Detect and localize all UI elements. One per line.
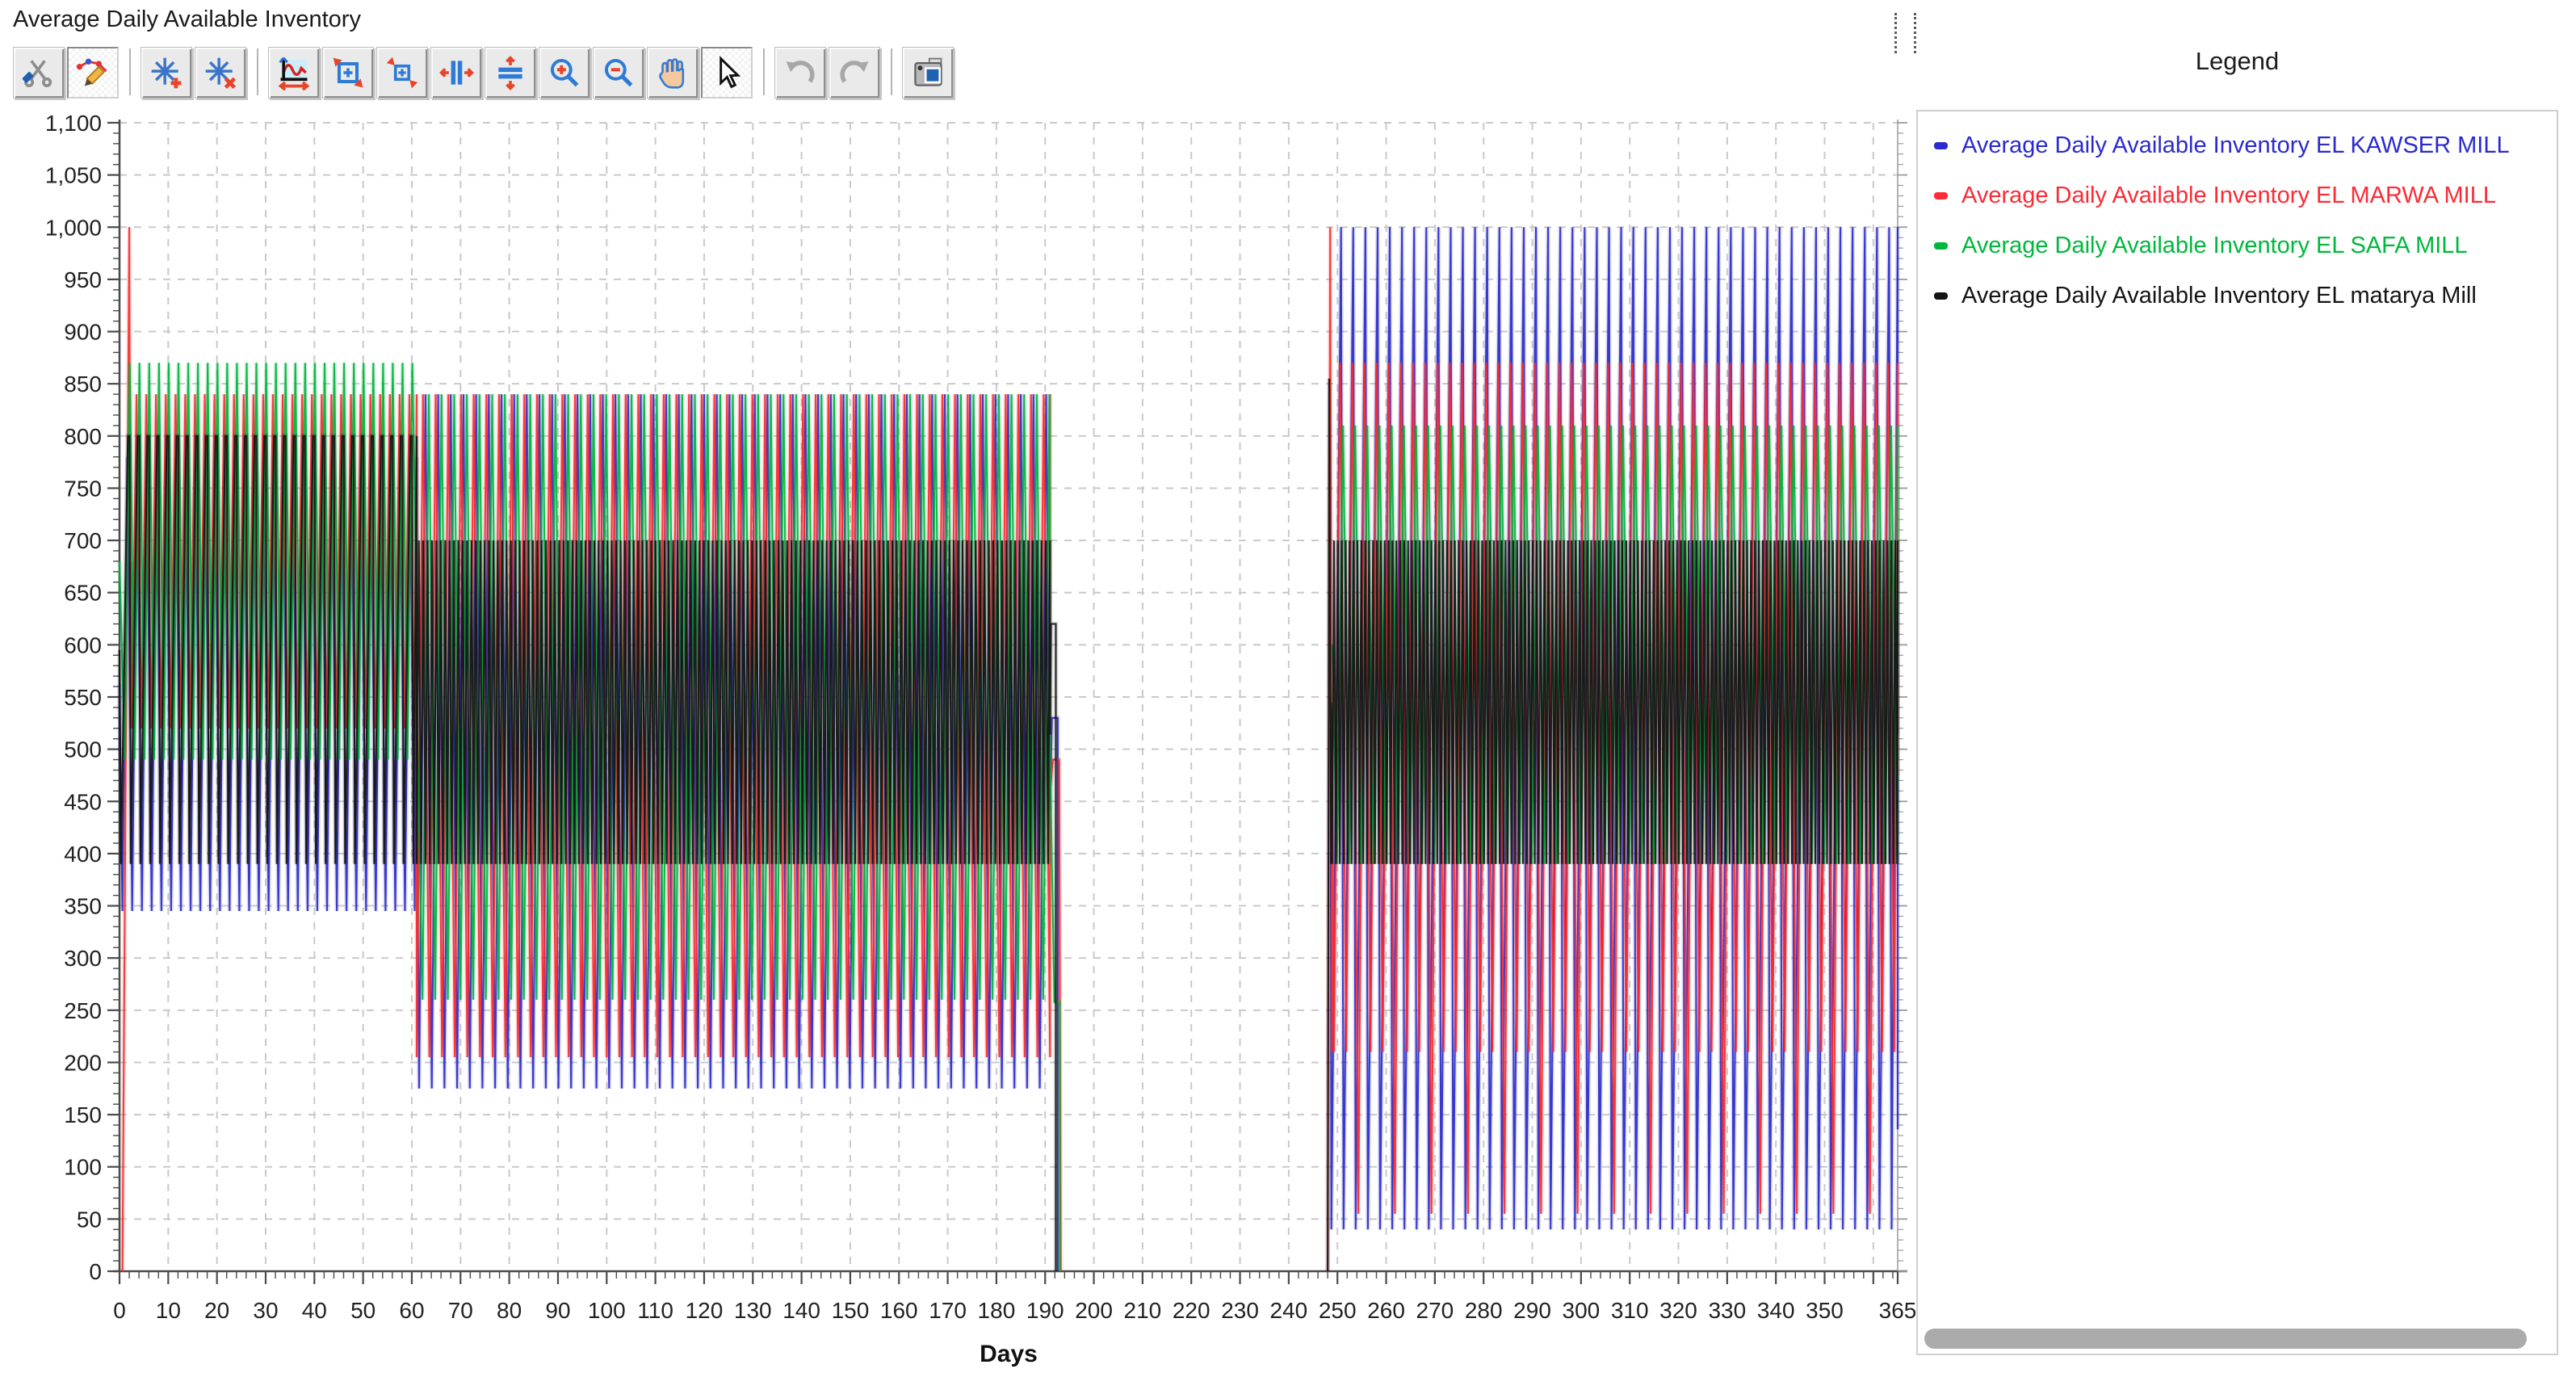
splitter-grip-icon[interactable]: [1894, 13, 1897, 53]
legend-title: Legend: [1916, 47, 2558, 76]
x-tick-label: 160: [880, 1298, 918, 1323]
legend-panel: Legend Average Daily Available Inventory…: [1916, 0, 2576, 1369]
y-tick-label: 650: [64, 581, 102, 606]
y-tick-label: 550: [64, 685, 102, 710]
y-tick-label: 1,100: [45, 111, 102, 136]
y-tick-label: 350: [64, 894, 102, 919]
x-tick-label: 210: [1124, 1298, 1162, 1323]
y-tick-label: 200: [64, 1050, 102, 1075]
legend-marker-icon: [1934, 192, 1948, 199]
x-tick-label: 340: [1757, 1298, 1795, 1323]
x-tick-label: 90: [545, 1298, 570, 1323]
y-tick-label: 900: [64, 320, 102, 345]
legend-item[interactable]: Average Daily Available Inventory EL MAR…: [1934, 179, 2496, 212]
x-tick-label: 365: [1879, 1298, 1915, 1323]
x-tick-label: 10: [156, 1298, 181, 1323]
y-tick-label: 50: [77, 1207, 102, 1232]
x-tick-label: 0: [113, 1298, 126, 1323]
y-tick-label: 700: [64, 528, 102, 553]
x-tick-label: 190: [1026, 1298, 1064, 1323]
x-tick-label: 280: [1465, 1298, 1503, 1323]
y-tick-label: 850: [64, 372, 102, 397]
x-tick-label: 70: [448, 1298, 473, 1323]
legend-hscrollbar-thumb[interactable]: [1924, 1329, 2527, 1349]
x-tick-label: 20: [204, 1298, 229, 1323]
legend-marker-icon: [1934, 142, 1948, 149]
legend-marker-icon: [1934, 292, 1948, 300]
x-tick-label: 140: [782, 1298, 820, 1323]
x-tick-label: 240: [1270, 1298, 1308, 1323]
y-tick-label: 250: [64, 998, 102, 1023]
x-tick-label: 200: [1075, 1298, 1113, 1323]
y-tick-label: 500: [64, 737, 102, 762]
x-tick-label: 150: [832, 1298, 870, 1323]
legend-marker-icon: [1934, 242, 1948, 250]
x-tick-label: 310: [1611, 1298, 1649, 1323]
x-tick-label: 40: [302, 1298, 327, 1323]
x-tick-label: 120: [686, 1298, 724, 1323]
x-tick-label: 100: [588, 1298, 626, 1323]
y-tick-label: 100: [64, 1155, 102, 1180]
x-tick-label: 290: [1513, 1298, 1551, 1323]
chart-plot-area[interactable]: 0501001502002503003504004505005506006507…: [0, 0, 1915, 1369]
legend-item[interactable]: Average Daily Available Inventory EL mat…: [1934, 279, 2477, 312]
x-tick-label: 130: [734, 1298, 772, 1323]
y-tick-label: 450: [64, 789, 102, 814]
x-tick-label: 220: [1173, 1298, 1210, 1323]
x-tick-label: 350: [1806, 1298, 1844, 1323]
x-tick-label: 50: [350, 1298, 375, 1323]
y-tick-label: 950: [64, 267, 102, 292]
y-tick-label: 800: [64, 424, 102, 449]
x-tick-label: 270: [1416, 1298, 1454, 1323]
y-tick-label: 1,050: [45, 163, 102, 188]
legend-item[interactable]: Average Daily Available Inventory EL KAW…: [1934, 129, 2510, 162]
y-tick-label: 0: [89, 1259, 102, 1284]
inventory-chart: 0501001502002503003504004505005506006507…: [0, 0, 1915, 1369]
x-tick-label: 230: [1221, 1298, 1259, 1323]
legend-item-label: Average Daily Available Inventory EL MAR…: [1961, 183, 2496, 209]
y-tick-label: 600: [64, 632, 102, 657]
x-tick-label: 60: [399, 1298, 424, 1323]
x-tick-label: 80: [497, 1298, 522, 1323]
y-tick-label: 150: [64, 1102, 102, 1127]
y-tick-label: 1,000: [45, 215, 102, 240]
x-axis-title: Days: [980, 1341, 1038, 1367]
legend-item-label: Average Daily Available Inventory EL SAF…: [1961, 233, 2468, 259]
x-tick-label: 320: [1659, 1298, 1697, 1323]
legend-item-label: Average Daily Available Inventory EL mat…: [1961, 283, 2477, 309]
legend-item-label: Average Daily Available Inventory EL KAW…: [1961, 132, 2510, 159]
x-tick-label: 250: [1319, 1298, 1357, 1323]
y-tick-label: 400: [64, 842, 102, 867]
x-tick-label: 330: [1708, 1298, 1746, 1323]
legend-item[interactable]: Average Daily Available Inventory EL SAF…: [1934, 229, 2468, 262]
legend-box: Average Daily Available Inventory EL KAW…: [1916, 110, 2558, 1355]
x-tick-label: 180: [978, 1298, 1016, 1323]
x-tick-label: 170: [929, 1298, 967, 1323]
x-tick-label: 260: [1367, 1298, 1405, 1323]
y-tick-label: 300: [64, 946, 102, 971]
chart-window: Average Daily Available Inventory 050100…: [0, 0, 2576, 1369]
x-tick-label: 110: [637, 1298, 673, 1323]
y-tick-label: 750: [64, 476, 102, 501]
x-tick-label: 30: [253, 1298, 278, 1323]
x-tick-label: 300: [1563, 1298, 1601, 1323]
